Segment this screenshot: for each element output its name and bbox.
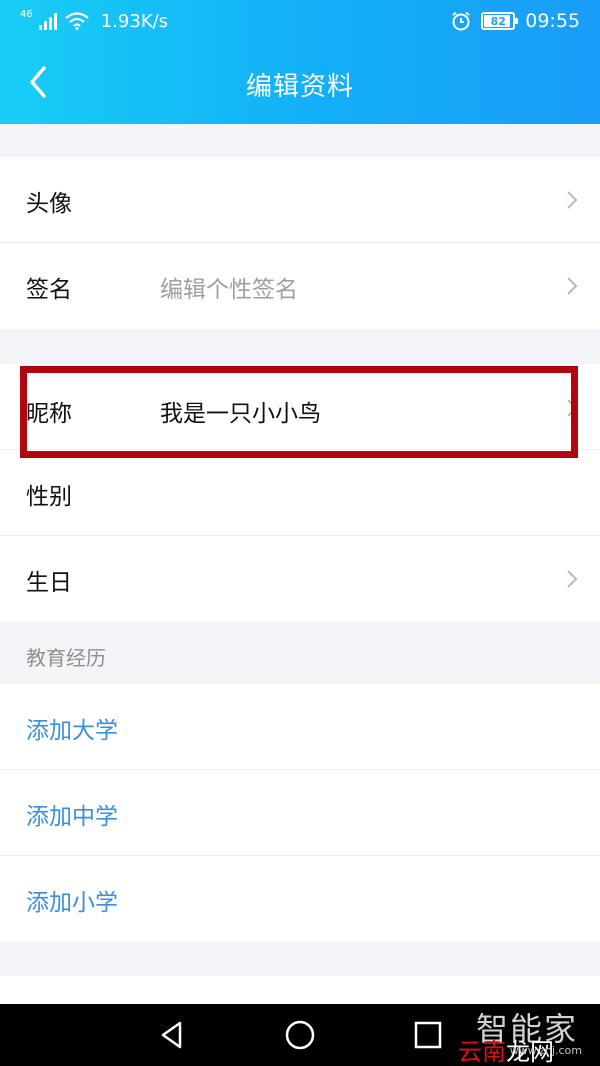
watermark-brand-red: 云南: [458, 1038, 506, 1066]
chevron-right-icon: [567, 191, 578, 209]
network-type: 46: [20, 9, 33, 20]
recents-square-icon[interactable]: [411, 1018, 445, 1052]
alarm-icon: [452, 11, 470, 31]
signal-icon: [38, 13, 57, 30]
back-triangle-icon[interactable]: [155, 1018, 189, 1052]
signature-row[interactable]: 签名 编辑个性签名: [0, 243, 600, 329]
birthday-label: 生日: [26, 570, 72, 596]
status-right: 82 09:55: [451, 8, 580, 34]
battery-level: 82: [490, 14, 506, 28]
nav-bar: 编辑资料: [0, 42, 600, 124]
battery-icon: 82: [481, 12, 519, 30]
education-section-title: 教育经历: [26, 646, 106, 670]
watermark: 智能家 云南龙网 www.znj.com: [450, 1004, 590, 1066]
status-left: 46 1.93K/s: [20, 8, 168, 34]
chevron-right-icon: [567, 570, 578, 588]
add-middle-school-row[interactable]: 添加中学: [0, 770, 600, 856]
add-middle-school-label: 添加中学: [26, 804, 118, 830]
chevron-right-icon: [567, 277, 578, 295]
watermark-url: www.znj.com: [509, 1044, 582, 1057]
add-university-label: 添加大学: [26, 718, 118, 744]
birthday-row[interactable]: 生日: [0, 536, 600, 622]
profile-section: 头像 签名 编辑个性签名: [0, 157, 600, 329]
add-primary-school-row[interactable]: 添加小学: [0, 856, 600, 942]
signature-label: 签名: [26, 277, 72, 303]
gender-label: 性别: [26, 484, 72, 510]
add-primary-school-label: 添加小学: [26, 890, 118, 916]
network-speed: 1.93K/s: [100, 10, 169, 32]
status-bar: 46 1.93K/s 82 09:55: [0, 0, 600, 42]
next-section: [0, 976, 600, 1004]
add-university-row[interactable]: 添加大学: [0, 684, 600, 770]
signature-placeholder: 编辑个性签名: [160, 277, 298, 303]
highlight-frame: [20, 366, 578, 458]
home-circle-icon[interactable]: [283, 1018, 317, 1052]
avatar-row[interactable]: 头像: [0, 157, 600, 243]
education-section: 添加大学 添加中学 添加小学: [0, 684, 600, 942]
clock: 09:55: [525, 10, 580, 32]
app-header: 46 1.93K/s 82 09:55 编辑资料: [0, 0, 600, 124]
wifi-icon: [65, 12, 89, 30]
page-title: 编辑资料: [245, 72, 354, 102]
avatar-label: 头像: [26, 191, 72, 217]
gender-row[interactable]: 性别: [0, 450, 600, 536]
